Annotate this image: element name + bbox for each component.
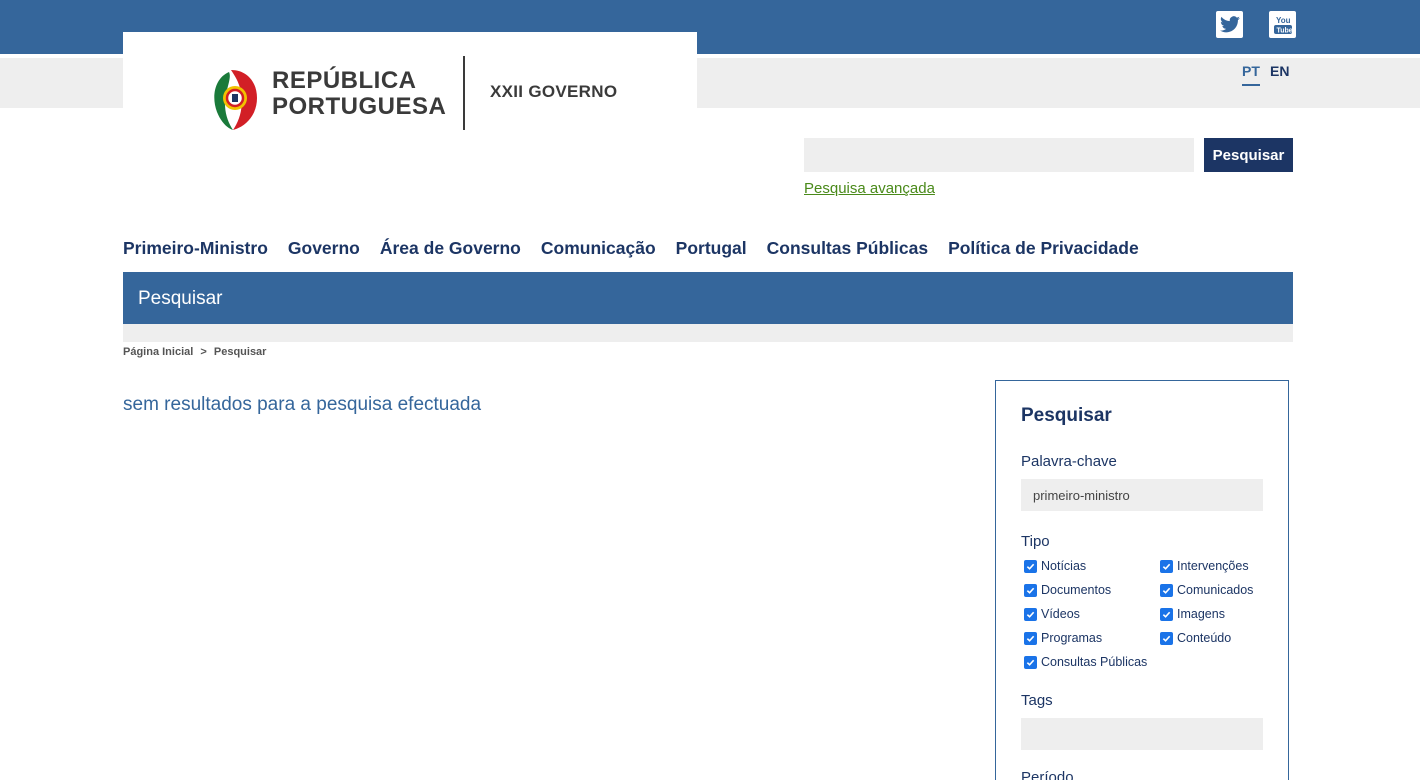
checkbox-checked-icon: [1160, 631, 1173, 645]
type-checkbox-imagens[interactable]: Imagens: [1160, 607, 1225, 621]
checkbox-label: Imagens: [1177, 607, 1225, 621]
checkbox-checked-icon: [1024, 607, 1037, 621]
type-checkbox-documentos[interactable]: Documentos: [1024, 583, 1111, 597]
type-checkbox-videos[interactable]: Vídeos: [1024, 607, 1080, 621]
keyword-label: Palavra-chave: [1021, 453, 1117, 470]
svg-text:You: You: [1276, 16, 1291, 25]
main-nav: Primeiro-Ministro Governo Área de Govern…: [123, 238, 1139, 259]
coat-of-arms-icon: [214, 70, 257, 130]
tags-input[interactable]: [1021, 718, 1263, 750]
no-results-message: sem resultados para a pesquisa efectuada: [123, 394, 482, 415]
checkbox-checked-icon: [1160, 607, 1173, 621]
type-checkbox-noticias[interactable]: Notícias: [1024, 559, 1086, 573]
checkbox-checked-icon: [1024, 559, 1037, 573]
page-title: Pesquisar: [138, 288, 223, 309]
checkbox-checked-icon: [1024, 631, 1037, 645]
page-title-underbar: [123, 324, 1293, 342]
svg-text:Tube: Tube: [1276, 27, 1292, 34]
type-label: Tipo: [1021, 533, 1050, 550]
checkbox-label: Conteúdo: [1177, 631, 1232, 645]
keyword-input[interactable]: primeiro-ministro: [1021, 479, 1263, 511]
logo-government: XXII GOVERNO: [490, 82, 618, 101]
type-checkbox-comunicados[interactable]: Comunicados: [1160, 583, 1253, 597]
twitter-icon[interactable]: [1216, 11, 1243, 38]
logo-line2: PORTUGUESA: [272, 93, 447, 120]
lang-pt-link[interactable]: PT: [1242, 63, 1260, 86]
search-filter-panel: Pesquisar Palavra-chave primeiro-ministr…: [995, 380, 1289, 780]
period-label: Período: [1021, 769, 1074, 780]
youtube-icon[interactable]: You Tube: [1269, 11, 1296, 38]
advanced-search-link[interactable]: Pesquisa avançada: [804, 180, 935, 197]
nav-item-area-de-governo[interactable]: Área de Governo: [380, 238, 521, 259]
checkbox-label: Documentos: [1041, 583, 1112, 597]
logo-line1: REPÚBLICA: [272, 67, 417, 94]
nav-item-consultas-publicas[interactable]: Consultas Públicas: [767, 238, 928, 259]
checkbox-checked-icon: [1024, 655, 1037, 669]
breadcrumb: Página Inicial > Pesquisar: [123, 346, 270, 358]
nav-item-comunicacao[interactable]: Comunicação: [541, 238, 656, 259]
nav-item-primeiro-ministro[interactable]: Primeiro-Ministro: [123, 238, 268, 259]
nav-item-portugal[interactable]: Portugal: [676, 238, 747, 259]
checkbox-label: Programas: [1041, 631, 1103, 645]
checkbox-checked-icon: [1160, 583, 1173, 597]
checkbox-label: Comunicados: [1177, 583, 1254, 597]
checkbox-label: Consultas Públicas: [1041, 655, 1148, 669]
search-button[interactable]: Pesquisar: [1204, 138, 1293, 172]
breadcrumb-separator: >: [200, 346, 207, 358]
panel-title: Pesquisar: [1021, 405, 1112, 426]
breadcrumb-current: Pesquisar: [213, 346, 267, 358]
checkbox-checked-icon: [1160, 559, 1173, 573]
tags-label: Tags: [1021, 692, 1053, 709]
page-title-bar: Pesquisar: [123, 272, 1293, 324]
checkbox-label: Notícias: [1041, 559, 1087, 573]
logo-text: REPÚBLICA PORTUGUESA: [272, 68, 446, 120]
checkbox-checked-icon: [1024, 583, 1037, 597]
search-input[interactable]: [804, 138, 1194, 172]
type-checkbox-intervencoes[interactable]: Intervenções: [1160, 559, 1249, 573]
nav-item-governo[interactable]: Governo: [288, 238, 360, 259]
checkbox-label: Intervenções: [1177, 559, 1249, 573]
logo-divider: [463, 56, 465, 130]
site-logo[interactable]: REPÚBLICA PORTUGUESA XXII GOVERNO: [123, 32, 697, 140]
lang-en-link[interactable]: EN: [1270, 63, 1289, 79]
breadcrumb-home-link[interactable]: Página Inicial: [123, 346, 193, 358]
type-checkbox-consultas-publicas[interactable]: Consultas Públicas: [1024, 655, 1147, 669]
nav-item-politica-de-privacidade[interactable]: Política de Privacidade: [948, 238, 1139, 259]
type-checkbox-programas[interactable]: Programas: [1024, 631, 1102, 645]
checkbox-label: Vídeos: [1041, 607, 1080, 621]
type-checkbox-conteudo[interactable]: Conteúdo: [1160, 631, 1231, 645]
